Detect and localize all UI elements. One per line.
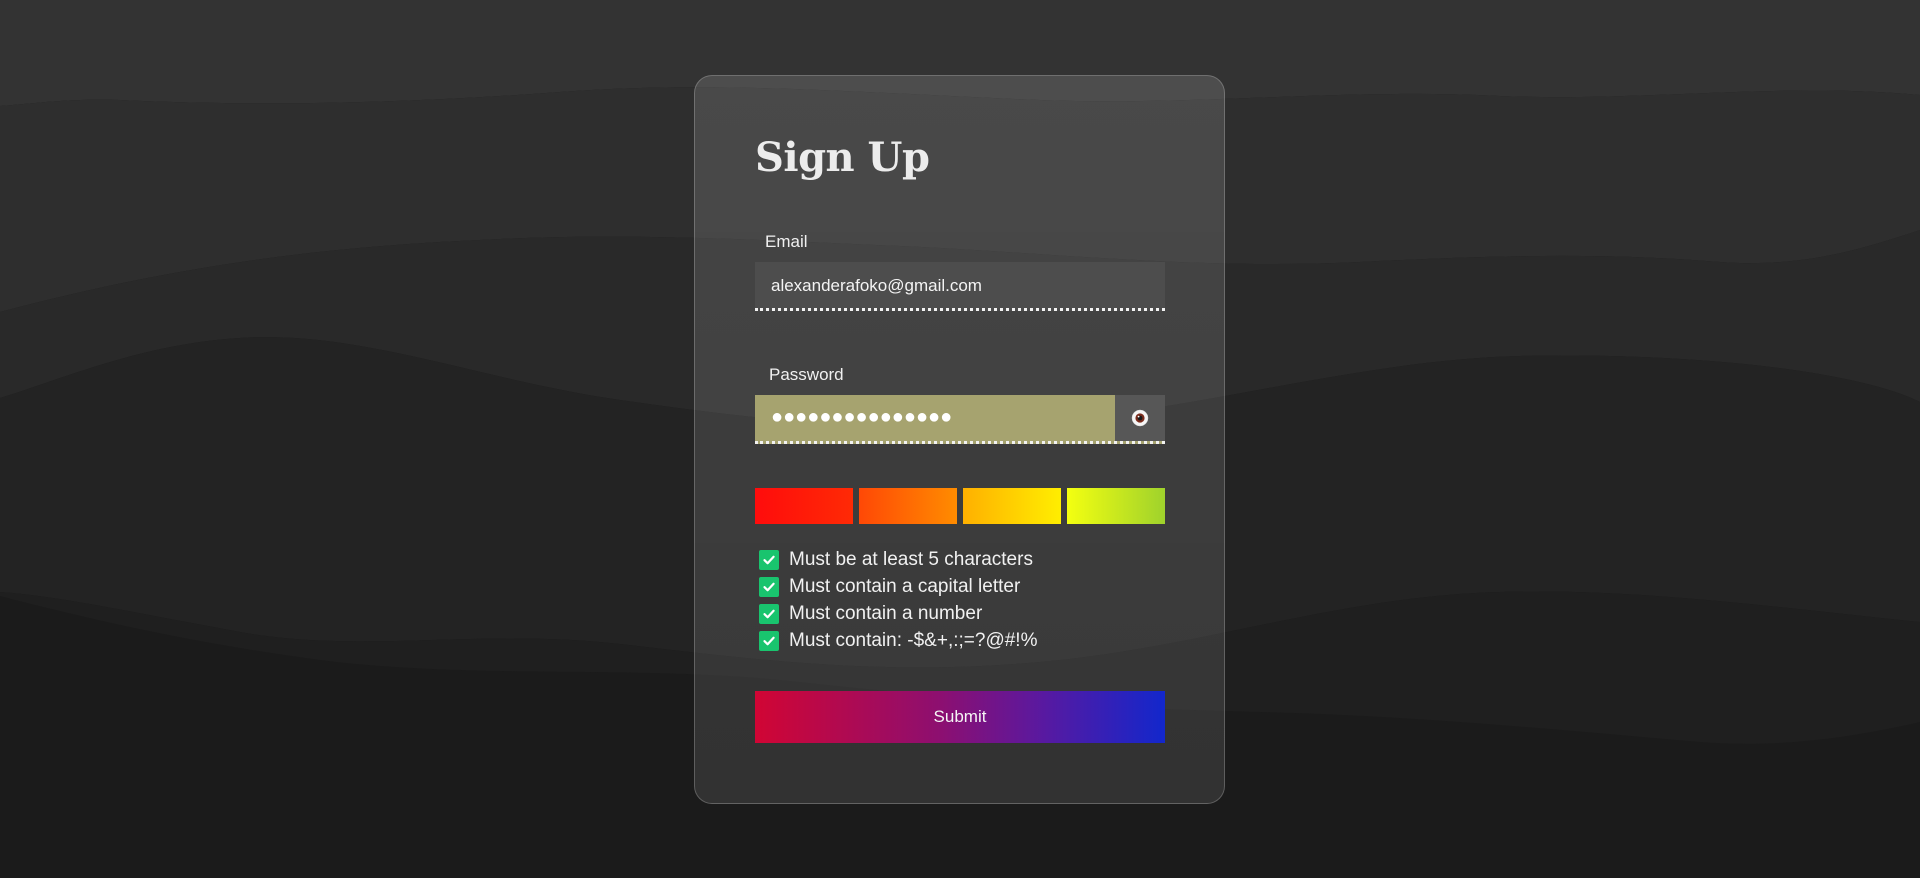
requirement-text: Must contain a number <box>789 602 983 624</box>
checkmark-icon <box>759 576 779 597</box>
password-field[interactable]: ●●●●●●●●●●●●●●● <box>755 395 1165 444</box>
email-value: alexanderafoko@gmail.com <box>771 276 982 295</box>
strength-segment-3 <box>963 488 1061 524</box>
requirement-item: Must contain: -$&+,:;=?@#!% <box>759 627 1037 654</box>
email-field[interactable]: alexanderafoko@gmail.com <box>755 262 1165 311</box>
requirement-item: Must be at least 5 characters <box>759 546 1037 573</box>
requirement-text: Must contain a capital letter <box>789 575 1021 597</box>
strength-segment-1 <box>755 488 853 524</box>
eye-icon <box>1131 409 1149 427</box>
requirement-text: Must contain: -$&+,:;=?@#!% <box>789 629 1038 651</box>
strength-segment-2 <box>859 488 957 524</box>
password-label: Password <box>769 365 844 384</box>
page-title: Sign Up <box>755 134 930 181</box>
email-label: Email <box>765 232 808 251</box>
submit-button[interactable]: Submit <box>755 691 1165 743</box>
checkmark-icon <box>759 549 779 570</box>
requirement-text: Must be at least 5 characters <box>789 548 1033 570</box>
requirement-item: Must contain a number <box>759 600 1037 627</box>
checkmark-icon <box>759 603 779 624</box>
checkmark-icon <box>759 630 779 651</box>
toggle-password-visibility-button[interactable] <box>1115 395 1165 441</box>
password-strength-meter <box>755 488 1165 524</box>
password-value: ●●●●●●●●●●●●●●● <box>771 406 953 428</box>
password-requirements-list: Must be at least 5 characters Must conta… <box>759 546 1037 654</box>
strength-segment-4 <box>1067 488 1165 524</box>
signup-card: Sign Up Email alexanderafoko@gmail.com P… <box>694 75 1225 804</box>
requirement-item: Must contain a capital letter <box>759 573 1037 600</box>
